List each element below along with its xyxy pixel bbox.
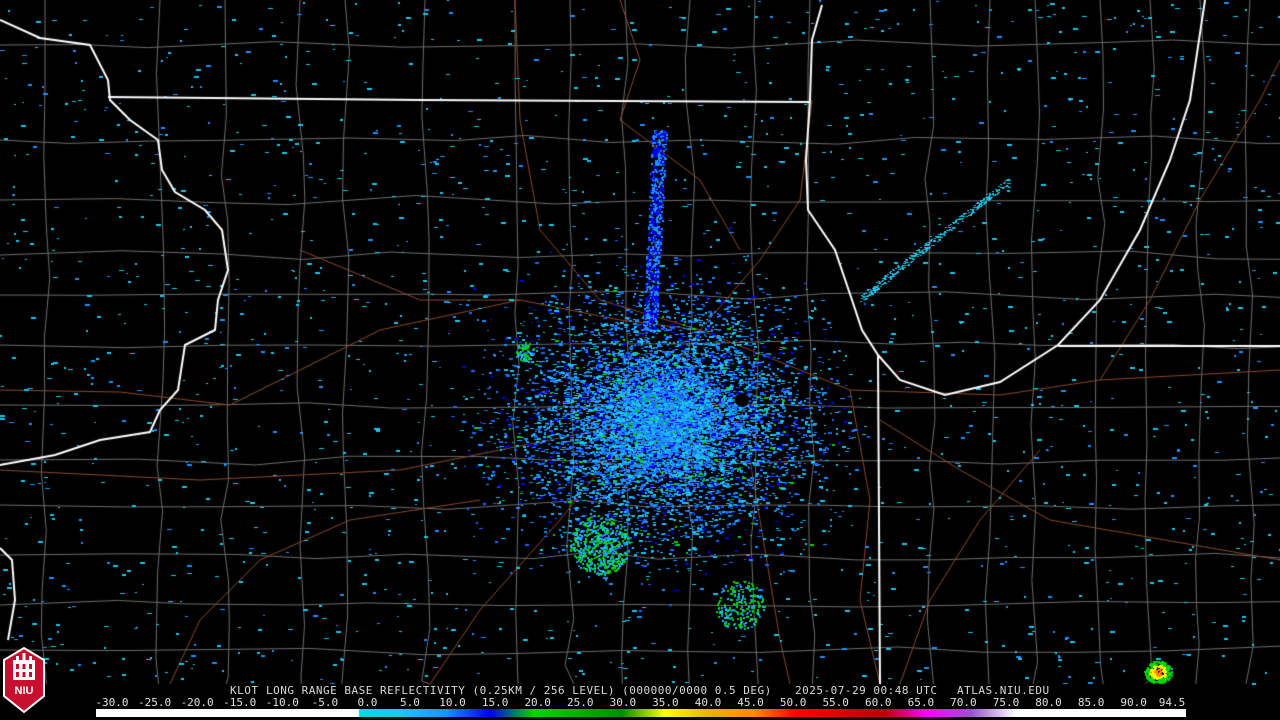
colorbar-tick-label: -15.0 [223,696,257,709]
colorbar-tick-label: 30.0 [609,696,637,709]
colorbar-tick-label: 60.0 [865,696,892,709]
colorbar-tick-label: 94.5 [1158,696,1186,709]
colorbar-tick-label: 75.0 [992,696,1020,709]
colorbar-tick-label: 10.0 [439,696,466,709]
colorbar-tick-label: -20.0 [180,696,214,709]
colorbar-tick-label: 80.0 [1035,696,1062,709]
radar-map[interactable] [0,0,1280,720]
colorbar-tick-labels: -30.0 -25.0 -20.0 -15.0 -10.0 -5.0 0.0 5.0 10.0 1… [0,697,1280,709]
colorbar-tick-label: 50.0 [779,696,807,709]
colorbar-tick-label: 20.0 [524,696,551,709]
colorbar-tick-label: 70.0 [950,696,977,709]
colorbar-tick-label: 5.0 [400,696,420,709]
colorbar-tick-label: 45.0 [737,696,764,709]
colorbar-tick-label: -30.0 [95,696,129,709]
colorbar-tick-label: 25.0 [567,696,594,709]
colorbar-tick-label: -25.0 [138,696,172,709]
colorbar-tick-label: 40.0 [694,696,722,709]
colorbar-tick-label: 90.0 [1120,696,1147,709]
colorbar-tick-label: 55.0 [822,696,849,709]
colorbar-tick-label: -10.0 [265,696,299,709]
colorbar-tick-label: 85.0 [1077,696,1105,709]
colorbar-tick-label: 15.0 [481,696,509,709]
colorbar-tick-label: 35.0 [652,696,679,709]
colorbar-tick-label: -5.0 [311,696,339,709]
reflectivity-colorbar [96,709,1186,717]
colorbar-tick-label: 65.0 [907,696,935,709]
colorbar-tick-label: 0.0 [357,696,378,709]
